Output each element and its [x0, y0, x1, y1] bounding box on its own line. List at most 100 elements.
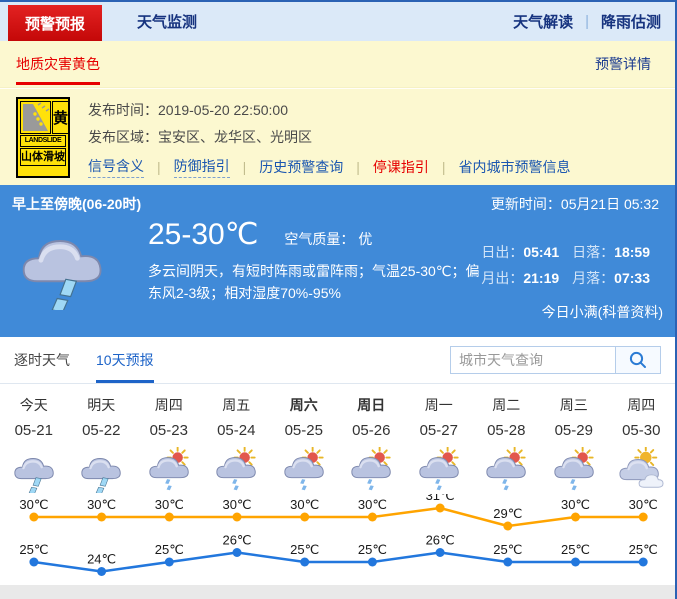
search-icon	[629, 351, 646, 368]
nav-links: 天气解读 | 降雨估测	[513, 2, 675, 41]
badge-type-en: LANDSLIDE	[20, 135, 66, 147]
weather-icons-row	[0, 446, 675, 494]
temperature-chart: 30℃ 30℃ 30℃ 30℃ 30℃ 30℃ 31℃ 29℃ 30℃ 30℃ 25℃ 24℃ 25℃ 2…	[19, 494, 658, 576]
ten-day-forecast: 今天 明天 周四 周五 周六 周日 周一 周二 周三 周四 05-21 05-22 05-23 05-2…	[0, 384, 675, 584]
date-label[interactable]: 05-23	[135, 416, 203, 446]
tab-ten-day-forecast[interactable]: 10天预报	[96, 337, 154, 383]
svg-text:25℃: 25℃	[561, 542, 590, 557]
badge-level-char: 黄	[52, 101, 70, 134]
bottom-scroll-strip[interactable]	[0, 585, 675, 599]
day-label[interactable]: 周一	[405, 394, 473, 416]
svg-text:30℃: 30℃	[358, 497, 387, 512]
alert-links-divider: |	[242, 159, 247, 175]
svg-text:30℃: 30℃	[222, 497, 251, 512]
city-search	[450, 346, 661, 374]
alert-link[interactable]: 停课指引	[373, 157, 429, 177]
link-rainfall-estimate[interactable]: 降雨估测	[601, 11, 661, 32]
alert-link[interactable]: 省内城市预警信息	[459, 157, 571, 177]
publish-time-label: 发布时间：	[88, 102, 158, 118]
day-label[interactable]: 周五	[203, 394, 271, 416]
svg-text:29℃: 29℃	[493, 506, 522, 521]
day-label[interactable]: 周六	[270, 394, 338, 416]
sun-moon-times: 日出：05:41 日落：18:59 月出：21:19 月落：07:33	[481, 242, 663, 288]
publish-area-value: 宝安区、龙华区、光明区	[158, 129, 312, 145]
svg-text:25℃: 25℃	[155, 542, 184, 557]
sunset: 日落：18:59	[572, 244, 650, 260]
tab-warning-forecast[interactable]: 预警预报	[8, 5, 103, 41]
svg-text:31℃: 31℃	[426, 494, 455, 503]
temperature-range: 25-30℃	[148, 218, 259, 251]
date-label[interactable]: 05-22	[68, 416, 136, 446]
day-label[interactable]: 明天	[68, 394, 136, 416]
day-label[interactable]: 周二	[473, 394, 541, 416]
sun-cloud-rain-icon	[338, 446, 406, 494]
date-label[interactable]: 05-21	[0, 416, 68, 446]
date-label[interactable]: 05-28	[473, 416, 541, 446]
date-label[interactable]: 05-30	[608, 416, 676, 446]
sun-cloud-rain-icon	[135, 446, 203, 494]
forecast-tab-row: 逐时天气 10天预报	[0, 337, 675, 384]
date-label[interactable]: 05-27	[405, 416, 473, 446]
sun-clouds-icon	[608, 446, 676, 494]
publish-area-line: 发布区域：宝安区、龙华区、光明区	[88, 124, 571, 151]
date-labels-row: 05-21 05-22 05-23 05-24 05-25 05-26 05-27 05-28…	[0, 416, 675, 446]
forecast-period-label: 早上至傍晚(06-20时)	[12, 196, 142, 212]
alert-link[interactable]: 历史预警查询	[259, 157, 343, 177]
day-label[interactable]: 周四	[135, 394, 203, 416]
nav-divider: |	[585, 13, 589, 30]
svg-text:30℃: 30℃	[19, 497, 48, 512]
city-search-input[interactable]	[450, 346, 615, 374]
link-warning-details[interactable]: 预警详情	[595, 54, 651, 74]
date-label[interactable]: 05-25	[270, 416, 338, 446]
day-labels-row: 今天 明天 周四 周五 周六 周日 周一 周二 周三 周四	[0, 384, 675, 416]
sunrise: 日出：05:41	[481, 244, 560, 260]
svg-text:25℃: 25℃	[629, 542, 658, 557]
moonrise: 月出：21:19	[481, 270, 560, 286]
weather-widget: 预警预报 天气监测 天气解读 | 降雨估测 地质灾害黄色 预警详情 黄 LAND…	[0, 0, 677, 599]
svg-text:30℃: 30℃	[290, 497, 319, 512]
cloud-rain-icon	[68, 446, 136, 494]
tab-geological-hazard-yellow[interactable]: 地质灾害黄色	[16, 41, 100, 87]
svg-text:30℃: 30℃	[87, 497, 116, 512]
alert-link[interactable]: 防御指引	[173, 156, 230, 178]
svg-text:26℃: 26℃	[426, 533, 455, 548]
current-weather-section: 早上至傍晚(06-20时) 更新时间：05月21日 05:32 25-30℃ 空…	[0, 185, 675, 337]
tab-weather-monitoring[interactable]: 天气监测	[120, 2, 214, 41]
sun-cloud-rain-icon	[540, 446, 608, 494]
landslide-warning-badge: 黄 LANDSLIDE 山体滑坡	[16, 97, 70, 178]
svg-text:24℃: 24℃	[87, 552, 116, 567]
date-label[interactable]: 05-29	[540, 416, 608, 446]
alert-links-divider: |	[441, 159, 446, 175]
search-button[interactable]	[615, 346, 661, 374]
publish-area-label: 发布区域：	[88, 129, 158, 145]
alert-link[interactable]: 信号含义	[88, 156, 144, 178]
cloud-rain-icon	[0, 446, 68, 494]
svg-text:30℃: 30℃	[629, 497, 658, 512]
badge-type-cn: 山体滑坡	[20, 148, 66, 166]
svg-text:25℃: 25℃	[493, 542, 522, 557]
day-label[interactable]: 周日	[338, 394, 406, 416]
publish-time-value: 2019-05-20 22:50:00	[158, 102, 288, 118]
day-label[interactable]: 周三	[540, 394, 608, 416]
weather-description: 多云间阴天，有短时阵雨或雷阵雨；气温25-30℃；偏 东风2-3级；相对湿度70…	[148, 263, 480, 301]
link-solar-term[interactable]: 今日小满(科普资料)	[481, 302, 663, 322]
alert-body: 黄 LANDSLIDE 山体滑坡 发布时间：2019-05-20 22:50:0…	[0, 88, 675, 178]
date-label[interactable]: 05-26	[338, 416, 406, 446]
tab-hourly-weather[interactable]: 逐时天气	[14, 337, 70, 383]
sun-cloud-rain-icon	[405, 446, 473, 494]
svg-text:25℃: 25℃	[19, 542, 48, 557]
day-label[interactable]: 今天	[0, 394, 68, 416]
date-label[interactable]: 05-24	[203, 416, 271, 446]
publish-time-line: 发布时间：2019-05-20 22:50:00	[88, 97, 571, 124]
alert-links-divider: |	[157, 159, 161, 175]
update-time: 更新时间：05月21日 05:32	[490, 196, 659, 212]
svg-text:25℃: 25℃	[290, 542, 319, 557]
top-nav: 预警预报 天气监测 天气解读 | 降雨估测	[0, 2, 675, 41]
alert-tab-row: 地质灾害黄色 预警详情	[0, 41, 675, 88]
svg-text:30℃: 30℃	[561, 497, 590, 512]
day-label[interactable]: 周四	[608, 394, 676, 416]
link-weather-interpretation[interactable]: 天气解读	[513, 11, 573, 32]
current-weather-icon	[16, 218, 108, 313]
alert-links: 信号含义 | 防御指引 | 历史预警查询 | 停课指引 | 省内城市预警信息	[88, 156, 571, 178]
alert-info: 发布时间：2019-05-20 22:50:00 发布区域：宝安区、龙华区、光明…	[88, 97, 571, 178]
